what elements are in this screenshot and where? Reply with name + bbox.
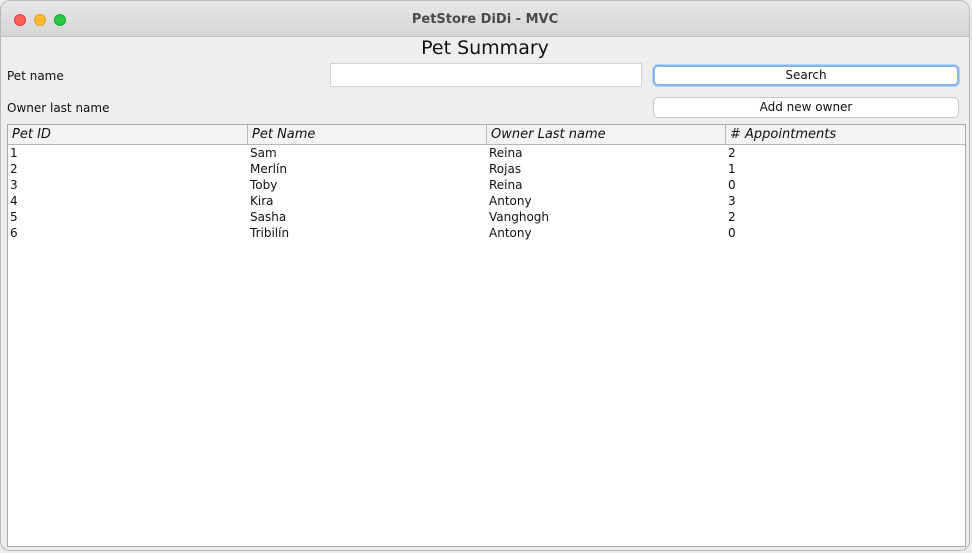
- cell-appointments: 0: [728, 178, 736, 192]
- cell-pet-name: Sam: [250, 146, 277, 160]
- cell-pet-name: Sasha: [250, 210, 287, 224]
- column-header-pet-id[interactable]: Pet ID: [8, 125, 248, 144]
- cell-pet-id: 5: [10, 210, 18, 224]
- title-bar[interactable]: PetStore DiDi - MVC: [1, 1, 969, 37]
- column-header-owner-last-name[interactable]: Owner Last name: [487, 125, 726, 144]
- table-row[interactable]: 4 Kira Antony 3: [8, 193, 965, 209]
- owner-last-name-label: Owner last name: [7, 101, 110, 115]
- column-header-pet-name[interactable]: Pet Name: [248, 125, 487, 144]
- cell-pet-name: Merlín: [250, 162, 287, 176]
- cell-appointments: 0: [728, 226, 736, 240]
- cell-pet-id: 3: [10, 178, 18, 192]
- cell-appointments: 3: [728, 194, 736, 208]
- cell-owner-last-name: Antony: [489, 226, 532, 240]
- window-title: PetStore DiDi - MVC: [411, 12, 559, 27]
- page-title: Pet Summary: [421, 37, 549, 59]
- app-window: PetStore DiDi - MVC Pet Summary Pet name…: [0, 0, 970, 551]
- column-header-appointments[interactable]: # Appointments: [726, 125, 965, 144]
- table-header: Pet ID Pet Name Owner Last name # Appoin…: [8, 125, 965, 145]
- pet-name-input[interactable]: [330, 63, 642, 87]
- cell-pet-id: 2: [10, 162, 18, 176]
- table-row[interactable]: 3 Toby Reina 0: [8, 177, 965, 193]
- table-body: 1 Sam Reina 2 2 Merlín Rojas 1 3 Toby Re…: [8, 145, 965, 241]
- table-row[interactable]: 1 Sam Reina 2: [8, 145, 965, 161]
- cell-pet-name: Kira: [250, 194, 274, 208]
- cell-pet-id: 1: [10, 146, 18, 160]
- cell-pet-id: 6: [10, 226, 18, 240]
- cell-pet-id: 4: [10, 194, 18, 208]
- cell-pet-name: Tribilín: [250, 226, 290, 240]
- pet-name-label: Pet name: [7, 69, 64, 83]
- table-row[interactable]: 2 Merlín Rojas 1: [8, 161, 965, 177]
- cell-owner-last-name: Rojas: [489, 162, 522, 176]
- cell-owner-last-name: Reina: [489, 178, 523, 192]
- cell-appointments: 2: [728, 210, 736, 224]
- table-row[interactable]: 6 Tribilín Antony 0: [8, 225, 965, 241]
- add-new-owner-button[interactable]: Add new owner: [653, 97, 959, 118]
- pet-summary-table[interactable]: Pet ID Pet Name Owner Last name # Appoin…: [7, 124, 966, 547]
- cell-owner-last-name: Vanghogh: [489, 210, 550, 224]
- cell-owner-last-name: Reina: [489, 146, 523, 160]
- cell-pet-name: Toby: [250, 178, 278, 192]
- search-button[interactable]: Search: [653, 65, 959, 86]
- cell-appointments: 1: [728, 162, 736, 176]
- cell-appointments: 2: [728, 146, 736, 160]
- cell-owner-last-name: Antony: [489, 194, 532, 208]
- table-row[interactable]: 5 Sasha Vanghogh 2: [8, 209, 965, 225]
